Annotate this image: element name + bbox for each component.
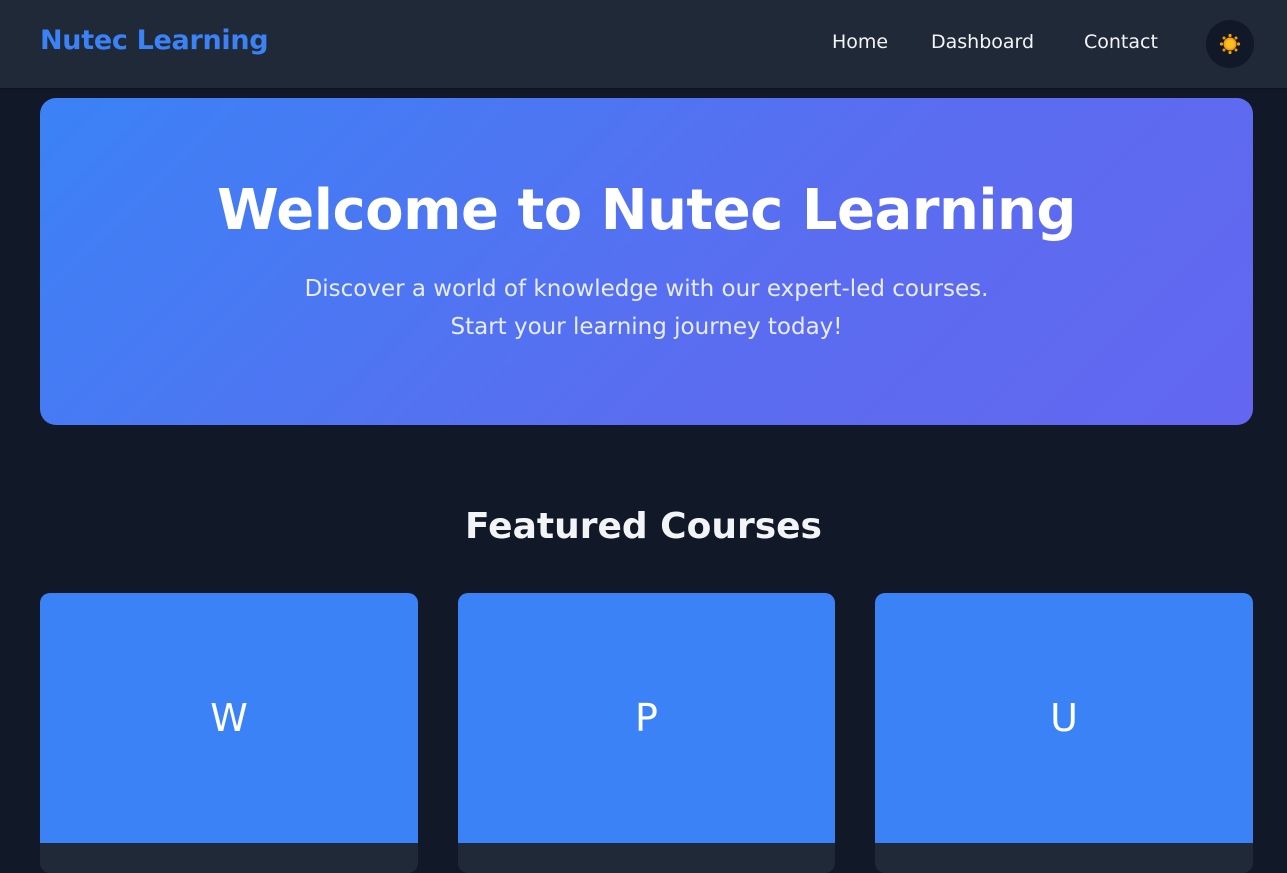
course-initial: U (1050, 696, 1078, 740)
course-thumbnail: U (875, 593, 1253, 843)
theme-toggle-button[interactable] (1206, 20, 1254, 68)
featured-courses-title: Featured Courses (465, 506, 822, 547)
hero-subtitle-line-2: Start your learning journey today! (450, 314, 843, 340)
nav-link-contact[interactable]: Contact (1084, 31, 1158, 53)
nav-link-home[interactable]: Home (832, 31, 888, 53)
course-thumbnail: P (458, 593, 835, 843)
sun-icon (1219, 33, 1241, 55)
nav-links: Home Dashboard Contact (0, 31, 1287, 59)
course-card[interactable]: P (458, 593, 835, 873)
hero-subtitle: Discover a world of knowledge with our e… (40, 270, 1253, 346)
nav-link-dashboard[interactable]: Dashboard (931, 31, 1034, 53)
hero-subtitle-line-1: Discover a world of knowledge with our e… (304, 276, 989, 302)
hero-title: Welcome to Nutec Learning (217, 178, 1076, 243)
course-initial: W (210, 696, 248, 740)
hero-banner: Welcome to Nutec Learning Discover a wor… (40, 98, 1253, 425)
course-card[interactable]: U (875, 593, 1253, 873)
course-thumbnail: W (40, 593, 418, 843)
top-navbar: Nutec Learning Home Dashboard Contact (0, 0, 1287, 89)
course-initial: P (635, 696, 658, 740)
course-card[interactable]: W (40, 593, 418, 873)
